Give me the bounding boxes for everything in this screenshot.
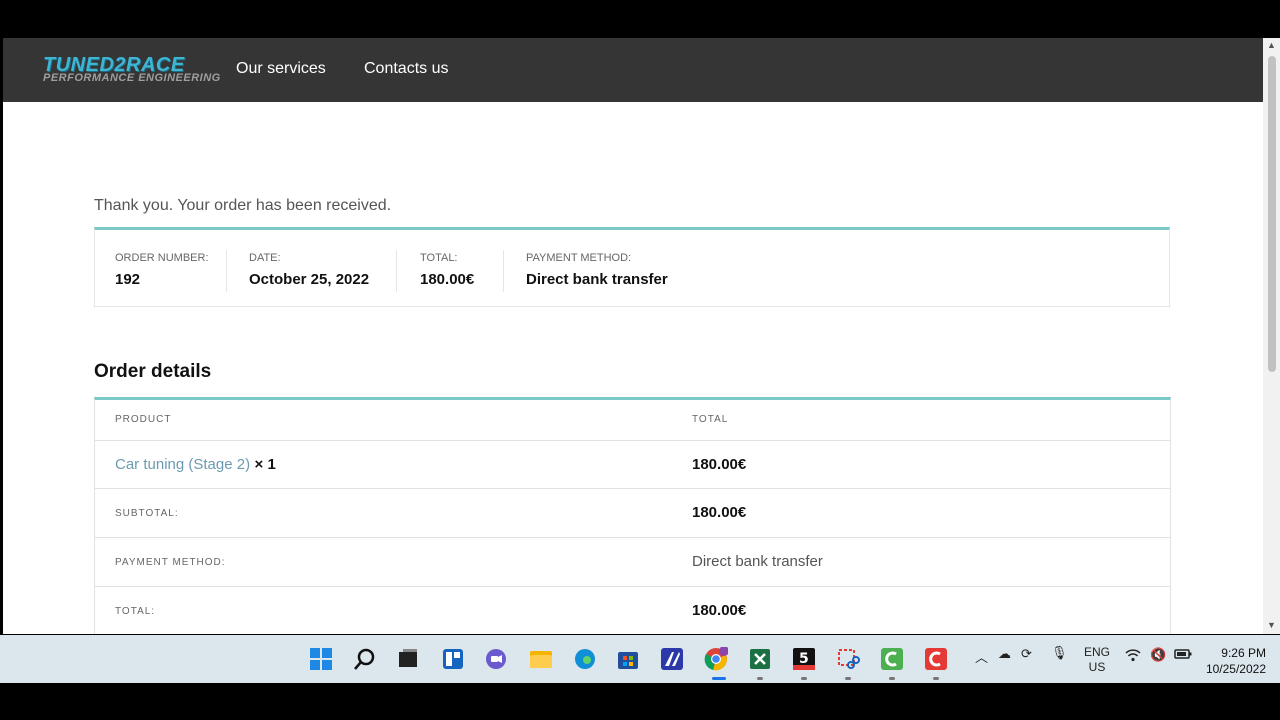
- subtotal-label: SUBTOTAL:: [115, 508, 179, 519]
- clock-date: 10/25/2022: [1205, 662, 1266, 676]
- search-icon[interactable]: [353, 647, 377, 671]
- total-row-value: 180.00€: [692, 602, 747, 619]
- clock-time: 9:26 PM: [1221, 646, 1266, 660]
- browser-viewport: TUNED2RACE PERFORMANCE ENGINEERING Our s…: [3, 38, 1280, 634]
- edge-browser-icon[interactable]: [573, 647, 597, 671]
- running-app-indicator: [889, 677, 895, 680]
- app-5-icon[interactable]: 5: [792, 647, 816, 671]
- chat-icon[interactable]: [484, 647, 508, 671]
- payment-method-row-label: PAYMENT METHOD:: [115, 557, 226, 568]
- microphone-icon[interactable]: 🎙: [1051, 645, 1068, 661]
- running-app-indicator: [801, 677, 807, 680]
- table-row: PAYMENT METHOD: Direct bank transfer: [95, 538, 1170, 587]
- camtasia-red-icon[interactable]: [924, 647, 948, 671]
- order-date-value: October 25, 2022: [249, 271, 370, 288]
- payment-method-row-value: Direct bank transfer: [692, 553, 823, 570]
- windows-start-icon[interactable]: [309, 647, 333, 671]
- microsoft-store-icon[interactable]: [616, 647, 640, 671]
- svg-text:5: 5: [799, 651, 809, 667]
- page-scrollbar[interactable]: ▲ ▼: [1263, 38, 1280, 634]
- site-header: TUNED2RACE PERFORMANCE ENGINEERING Our s…: [3, 38, 1263, 102]
- language-code: ENG: [1084, 645, 1111, 659]
- table-row: SUBTOTAL: 180.00€: [95, 489, 1170, 538]
- pen-app-icon[interactable]: [660, 647, 684, 671]
- divider: [396, 250, 397, 292]
- running-app-indicator: [933, 677, 939, 680]
- product-quantity: × 1: [254, 456, 276, 473]
- camtasia-green-icon[interactable]: [880, 647, 904, 671]
- widgets-icon[interactable]: [441, 647, 465, 671]
- scroll-up-icon[interactable]: ▲: [1267, 40, 1276, 50]
- active-app-indicator: [712, 677, 726, 680]
- sync-icon[interactable]: ⟳: [1021, 646, 1032, 662]
- task-view-icon[interactable]: [396, 647, 420, 671]
- divider: [226, 250, 227, 292]
- scroll-down-icon[interactable]: ▼: [1267, 620, 1276, 630]
- scrollbar-thumb[interactable]: [1268, 56, 1276, 372]
- order-total-value: 180.00€: [420, 271, 475, 288]
- battery-icon[interactable]: [1174, 648, 1192, 663]
- table-row: TOTAL: 180.00€: [95, 587, 1170, 634]
- volume-muted-icon[interactable]: 🔇: [1150, 647, 1166, 663]
- region-code: US: [1088, 660, 1106, 674]
- total-row-label: TOTAL:: [115, 606, 156, 617]
- order-overview: ORDER NUMBER: 192 DATE: October 25, 2022…: [94, 227, 1170, 307]
- chrome-browser-icon[interactable]: [704, 646, 729, 671]
- order-date-label: DATE:: [249, 252, 281, 264]
- language-indicator[interactable]: ENG US: [1084, 645, 1110, 675]
- order-details-title: Order details: [94, 361, 212, 382]
- wifi-icon[interactable]: [1125, 648, 1141, 665]
- product-total: 180.00€: [692, 456, 747, 473]
- site-logo[interactable]: TUNED2RACE PERFORMANCE ENGINEERING: [41, 54, 221, 88]
- subtotal-value: 180.00€: [692, 504, 747, 521]
- onedrive-cloud-icon[interactable]: ☁: [998, 646, 1011, 662]
- running-app-indicator: [845, 677, 851, 680]
- running-app-indicator: [757, 677, 763, 680]
- divider: [503, 250, 504, 292]
- system-clock[interactable]: 9:26 PM 10/25/2022: [1206, 645, 1266, 677]
- snipping-tool-icon[interactable]: [836, 647, 860, 671]
- excel-icon[interactable]: [748, 647, 772, 671]
- file-explorer-icon[interactable]: [529, 647, 553, 671]
- nav-contacts-us[interactable]: Contacts us: [364, 60, 448, 78]
- show-hidden-icons-chevron-icon[interactable]: ︿: [975, 647, 988, 666]
- order-total-label: TOTAL:: [420, 252, 458, 264]
- column-header-product: PRODUCT: [115, 414, 172, 425]
- product-cell: Car tuning (Stage 2) × 1: [115, 456, 276, 474]
- order-number-label: ORDER NUMBER:: [115, 252, 209, 264]
- order-details-table: PRODUCT TOTAL Car tuning (Stage 2) × 1 1…: [94, 397, 1171, 634]
- order-received-message: Thank you. Your order has been received.: [94, 197, 392, 214]
- logo-tagline: PERFORMANCE ENGINEERING: [43, 72, 221, 84]
- product-link[interactable]: Car tuning (Stage 2): [115, 456, 250, 473]
- column-header-total: TOTAL: [692, 414, 729, 425]
- payment-method-label: PAYMENT METHOD:: [526, 252, 632, 264]
- order-number-value: 192: [115, 271, 141, 288]
- table-header-row: PRODUCT TOTAL: [95, 400, 1170, 441]
- table-row: Car tuning (Stage 2) × 1 180.00€: [95, 440, 1170, 489]
- payment-method-value: Direct bank transfer: [526, 271, 668, 288]
- nav-our-services[interactable]: Our services: [236, 60, 326, 78]
- windows-taskbar: 5 ︿ ☁ ⟳ 🎙 ENG US 🔇 9:26 PM 10/25/2022: [0, 635, 1280, 683]
